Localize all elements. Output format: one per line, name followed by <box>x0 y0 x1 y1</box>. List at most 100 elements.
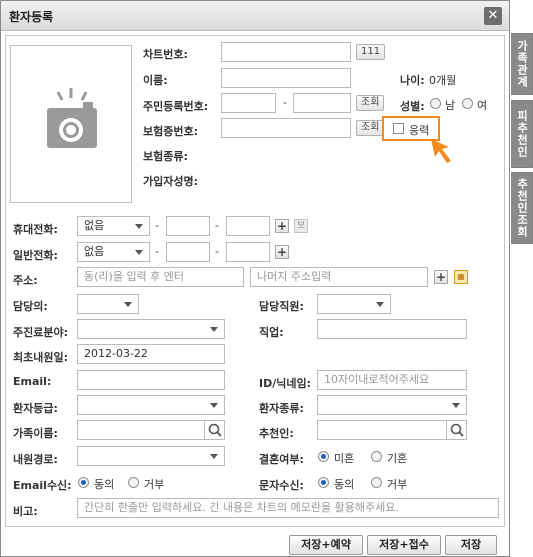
mobile-separator-1: - <box>155 219 159 232</box>
phone-separator-2: - <box>215 245 219 258</box>
mobile-bo-button[interactable]: 보 <box>294 219 308 233</box>
patient-photo[interactable] <box>10 45 132 203</box>
treatment-label: 주진료분야: <box>13 326 68 339</box>
patient-type-select[interactable] <box>317 395 467 415</box>
memo-label: 비고: <box>13 505 38 518</box>
tab-referee[interactable]: 피추천인 <box>511 100 533 168</box>
search-icon[interactable] <box>446 421 466 439</box>
chevron-down-icon <box>135 224 143 229</box>
marital-married-label: 기혼 <box>387 452 408 465</box>
patient-registration-dialog: 환자등록 ✕ 차트번호: 111 이름: 나이: 0개월 주민등록번호: - 조… <box>0 0 510 557</box>
mobile-carrier-select[interactable]: 없음 <box>77 216 150 236</box>
tab-referrer-lookup-label: 추천인조회 <box>515 178 529 238</box>
search-icon[interactable] <box>204 421 224 439</box>
marital-single-label: 미혼 <box>334 452 355 465</box>
phone-separator-1: - <box>155 245 159 258</box>
sms-receive-deny-label: 거부 <box>387 478 408 491</box>
save-button[interactable]: 저장 <box>445 535 497 555</box>
doctor-label: 담당의: <box>13 300 48 313</box>
chart-no-button[interactable]: 111 <box>356 44 386 60</box>
save-receipt-button[interactable]: 저장+접수 <box>367 535 441 555</box>
email-receive-deny-radio[interactable] <box>128 477 139 488</box>
resident-no-separator: - <box>283 96 287 109</box>
sms-receive-agree-radio[interactable] <box>318 477 329 488</box>
save-reserve-button[interactable]: 저장+예약 <box>289 535 363 555</box>
job-input[interactable] <box>317 319 467 339</box>
email-label: Email: <box>13 375 52 388</box>
mobile-carrier-value: 없음 <box>84 219 105 232</box>
phone-label: 일반전화: <box>13 249 58 262</box>
address-dong-input[interactable]: 동(리)을 입력 후 엔터 <box>77 267 244 287</box>
tab-family-label: 가족관계 <box>515 40 529 88</box>
first-visit-input[interactable]: 2012-03-22 <box>77 344 225 364</box>
gender-male-radio[interactable] <box>430 98 441 109</box>
nickname-label: ID/닉네임: <box>259 377 311 390</box>
sms-receive-label: 문자수신: <box>259 479 304 492</box>
mobile-separator-2: - <box>215 219 219 232</box>
age-value: 0개월 <box>429 74 457 87</box>
eungeup-checkbox[interactable] <box>393 123 404 134</box>
resident-no-front-input[interactable] <box>221 93 276 113</box>
dialog-title: 환자등록 <box>9 10 54 24</box>
patient-type-label: 환자종류: <box>259 402 304 415</box>
phone-area-value: 없음 <box>84 245 105 258</box>
close-icon[interactable]: ✕ <box>484 7 502 25</box>
nickname-input[interactable]: 10자이내로적어주세요 <box>317 370 467 390</box>
chevron-down-icon <box>124 302 132 307</box>
insurance-no-input[interactable] <box>221 118 351 138</box>
gender-label: 성별: <box>400 100 425 113</box>
phone-add-icon[interactable]: + <box>275 245 289 259</box>
staff-select[interactable] <box>317 294 391 314</box>
address-label: 주소: <box>13 274 38 287</box>
job-label: 직업: <box>259 326 284 339</box>
family-name-label: 가족이름: <box>13 427 58 440</box>
mobile-last-input[interactable] <box>226 216 270 236</box>
phone-area-select[interactable]: 없음 <box>77 242 150 262</box>
phone-middle-input[interactable] <box>166 242 210 262</box>
doctor-select[interactable] <box>77 294 139 314</box>
chevron-down-icon <box>135 250 143 255</box>
chevron-down-icon <box>452 403 460 408</box>
patient-grade-select[interactable] <box>77 395 225 415</box>
family-name-input[interactable] <box>77 420 225 440</box>
gender-female-radio[interactable] <box>462 98 473 109</box>
email-receive-label: Email수신: <box>13 479 72 492</box>
sms-receive-agree-label: 동의 <box>334 478 355 491</box>
chart-no-input[interactable] <box>221 42 351 62</box>
address-map-icon[interactable]: ▦ <box>454 270 468 284</box>
insurance-lookup-button[interactable]: 조회 <box>356 120 385 136</box>
email-receive-agree-radio[interactable] <box>78 477 89 488</box>
memo-input[interactable]: 간단히 한줄만 입력하세요. 긴 내용은 차트의 메모란을 활용해주세요. <box>77 498 499 518</box>
gender-male-label: 남 <box>445 99 456 112</box>
email-receive-agree-label: 동의 <box>94 478 115 491</box>
address-add-icon[interactable]: + <box>434 270 448 284</box>
chevron-down-icon <box>376 302 384 307</box>
chevron-down-icon <box>210 403 218 408</box>
referrer-label: 추천인: <box>259 427 294 440</box>
marital-single-radio[interactable] <box>318 451 329 462</box>
patient-grade-label: 환자등급: <box>13 402 58 415</box>
pointer-arrow-icon <box>431 139 451 163</box>
treatment-select[interactable] <box>77 319 225 339</box>
chevron-down-icon <box>210 454 218 459</box>
mobile-add-icon[interactable]: + <box>275 219 289 233</box>
marital-label: 결혼여부: <box>259 453 304 466</box>
name-input[interactable] <box>221 68 351 88</box>
marital-married-radio[interactable] <box>371 451 382 462</box>
phone-last-input[interactable] <box>226 242 270 262</box>
tab-referrer-lookup[interactable]: 추천인조회 <box>511 172 533 244</box>
tab-family[interactable]: 가족관계 <box>511 33 533 95</box>
sms-receive-deny-radio[interactable] <box>371 477 382 488</box>
mobile-middle-input[interactable] <box>166 216 210 236</box>
mobile-label: 휴대전화: <box>13 223 58 236</box>
email-input[interactable] <box>77 370 225 390</box>
referrer-input[interactable] <box>317 420 467 440</box>
age-label: 나이: <box>400 74 425 87</box>
resident-no-back-input[interactable] <box>293 93 351 113</box>
first-visit-label: 최초내원일: <box>13 351 68 364</box>
chevron-down-icon <box>210 327 218 332</box>
visit-route-select[interactable] <box>77 446 225 466</box>
chart-no-label: 차트번호: <box>143 48 188 61</box>
resident-no-lookup-button[interactable]: 조회 <box>356 95 385 111</box>
address-detail-input[interactable]: 나머지 주소입력 <box>250 267 428 287</box>
